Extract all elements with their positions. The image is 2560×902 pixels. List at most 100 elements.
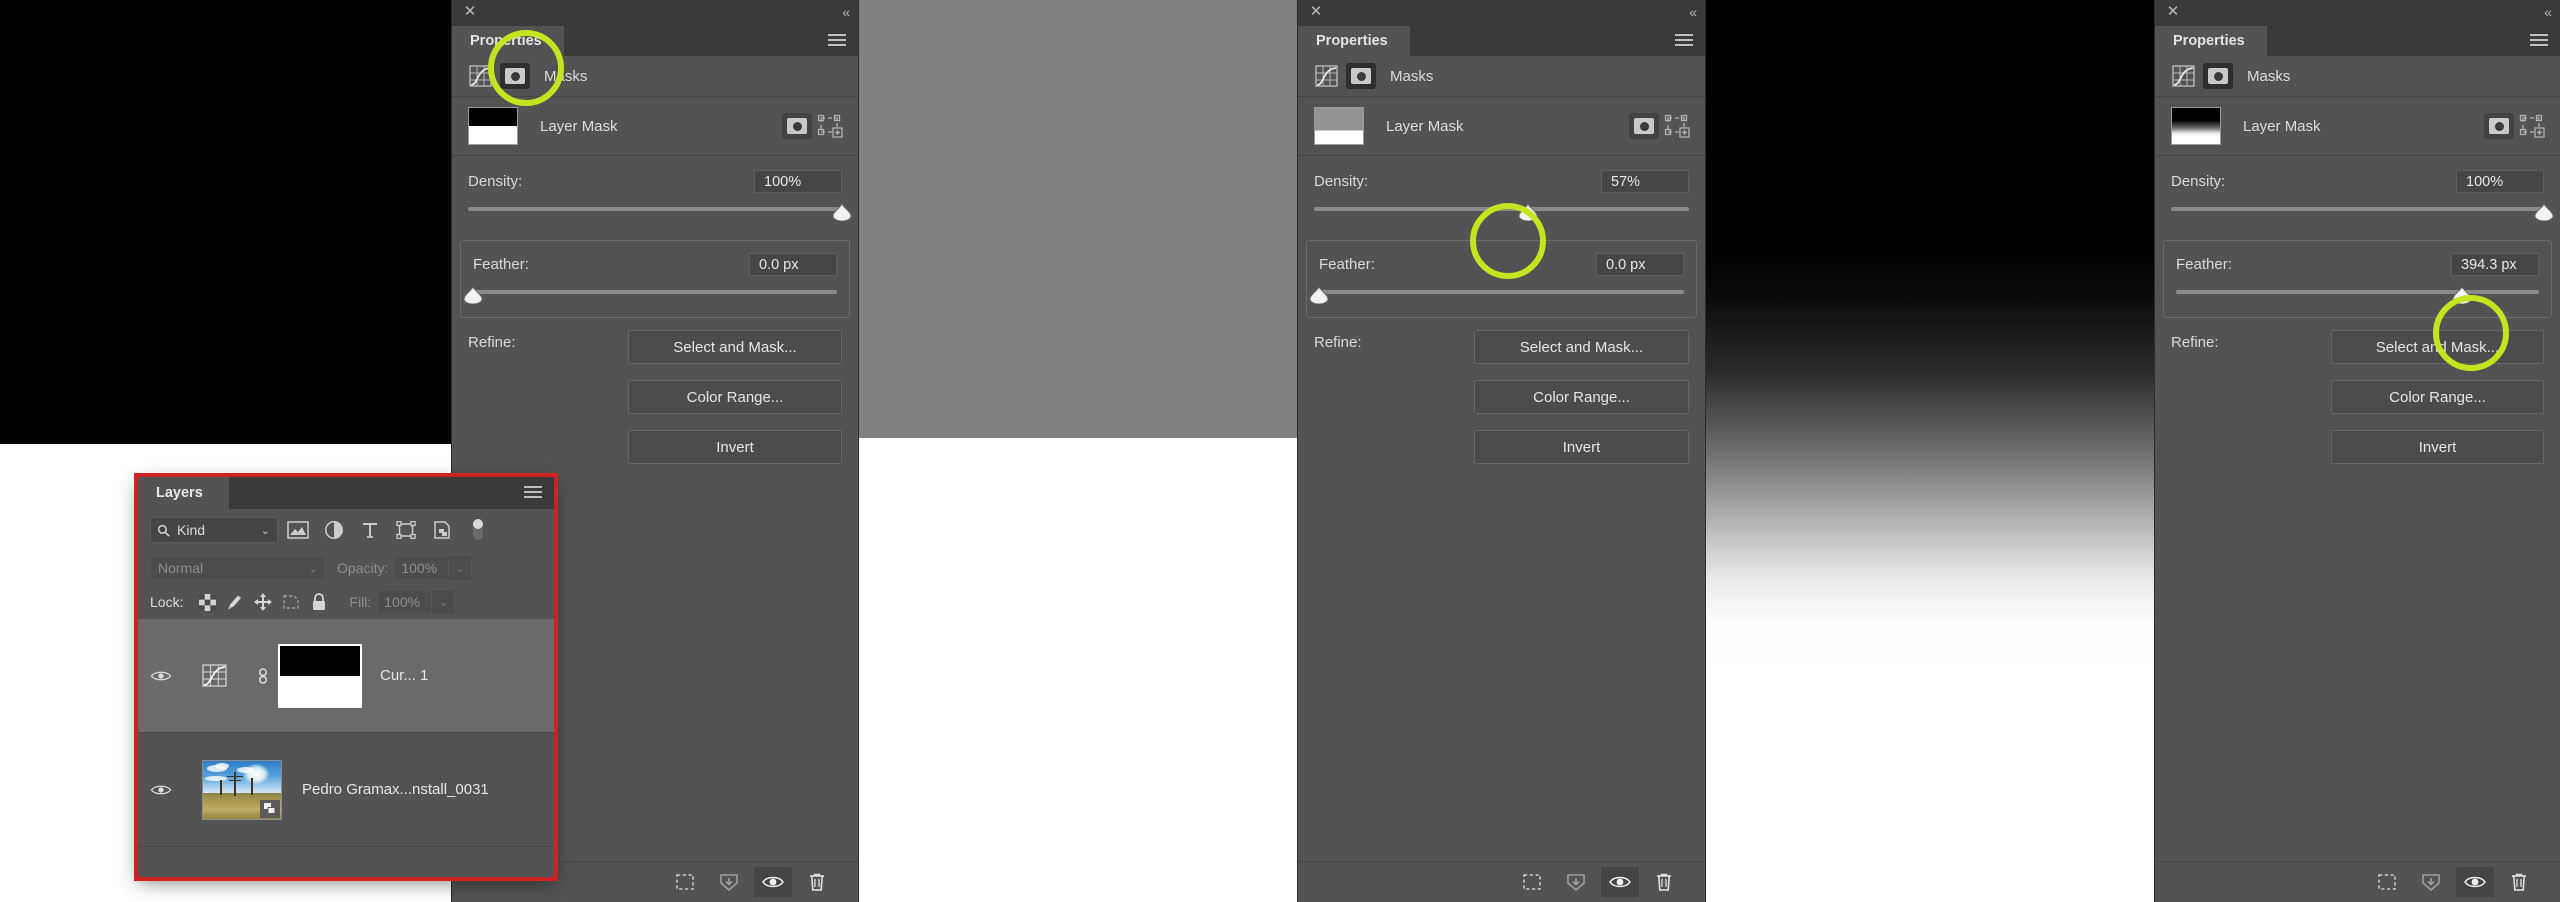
curves-layer-icon[interactable] bbox=[184, 663, 246, 688]
layer-visibility-toggle[interactable] bbox=[138, 669, 184, 683]
close-icon[interactable]: ✕ bbox=[1309, 4, 1323, 19]
close-icon[interactable]: ✕ bbox=[463, 4, 477, 19]
color-range-button[interactable]: Color Range... bbox=[2331, 380, 2544, 414]
chevron-down-icon[interactable]: ⌄ bbox=[309, 562, 318, 575]
add-vector-mask-icon[interactable] bbox=[2518, 113, 2546, 139]
density-slider[interactable] bbox=[1314, 204, 1689, 226]
selection-icon[interactable] bbox=[666, 867, 704, 897]
feather-slider-thumb[interactable] bbox=[463, 287, 483, 304]
delete-mask-icon[interactable] bbox=[2500, 867, 2538, 897]
density-slider-thumb[interactable] bbox=[1518, 204, 1538, 221]
feather-value-field[interactable]: 0.0 px bbox=[1596, 253, 1684, 276]
apply-mask-icon[interactable] bbox=[710, 867, 748, 897]
panel-menu-icon[interactable] bbox=[1675, 34, 1693, 48]
density-slider[interactable] bbox=[468, 204, 852, 226]
tab-properties[interactable]: Properties bbox=[1298, 26, 1410, 56]
panel-menu-icon[interactable] bbox=[2530, 34, 2548, 48]
lock-artboard-nesting-icon[interactable] bbox=[277, 590, 305, 614]
invert-button[interactable]: Invert bbox=[628, 430, 842, 464]
feather-slider[interactable] bbox=[1309, 287, 1684, 309]
density-control: Density: 100% bbox=[2155, 156, 2560, 236]
density-57-canvas[interactable] bbox=[858, 0, 1298, 902]
density-slider-thumb[interactable] bbox=[832, 204, 852, 221]
lock-position-icon[interactable] bbox=[249, 590, 277, 614]
invert-button[interactable]: Invert bbox=[1474, 430, 1689, 464]
smart-object-filter-icon[interactable] bbox=[426, 517, 458, 543]
lock-image-pixels-icon[interactable] bbox=[221, 590, 249, 614]
pixel-layer-filter-icon[interactable] bbox=[282, 517, 314, 543]
toggle-mask-visibility-icon[interactable] bbox=[2456, 867, 2494, 897]
tab-layers[interactable]: Layers bbox=[138, 477, 229, 509]
tab-properties[interactable]: Properties bbox=[2155, 26, 2267, 56]
fill-stepper[interactable]: ⌄ bbox=[432, 589, 456, 615]
masks-tab-icon[interactable] bbox=[500, 63, 530, 89]
layer-visibility-toggle[interactable] bbox=[138, 783, 184, 797]
color-range-button[interactable]: Color Range... bbox=[628, 380, 842, 414]
delete-mask-icon[interactable] bbox=[1645, 867, 1683, 897]
adjustment-layer-filter-icon[interactable] bbox=[318, 517, 350, 543]
opacity-stepper[interactable]: ⌄ bbox=[449, 555, 473, 581]
toggle-mask-visibility-icon[interactable] bbox=[1601, 867, 1639, 897]
collapse-panels-icon[interactable]: « bbox=[842, 4, 850, 20]
density-value-field[interactable]: 100% bbox=[754, 170, 842, 193]
layer-mask-link-icon[interactable] bbox=[246, 665, 280, 687]
feather-slider[interactable] bbox=[2176, 287, 2539, 309]
layer-mask-thumbnail[interactable] bbox=[2171, 107, 2221, 145]
density-slider[interactable] bbox=[2171, 204, 2554, 226]
invert-button[interactable]: Invert bbox=[2331, 430, 2544, 464]
panel-menu-icon[interactable] bbox=[828, 34, 846, 48]
layer-mask-thumbnail[interactable] bbox=[468, 107, 518, 145]
add-vector-mask-icon[interactable] bbox=[1663, 113, 1691, 139]
masks-tab-icon[interactable] bbox=[1346, 63, 1376, 89]
density-value-field[interactable]: 100% bbox=[2456, 170, 2544, 193]
close-icon[interactable]: ✕ bbox=[2166, 4, 2180, 19]
blend-mode-select[interactable]: Normal ⌄ bbox=[150, 556, 325, 580]
density-slider-thumb[interactable] bbox=[2534, 204, 2554, 221]
apply-mask-icon[interactable] bbox=[1557, 867, 1595, 897]
feather-value-field[interactable]: 394.3 px bbox=[2451, 253, 2539, 276]
toggle-mask-visibility-icon[interactable] bbox=[754, 867, 792, 897]
apply-mask-icon[interactable] bbox=[2412, 867, 2450, 897]
layer-mask-thumbnail[interactable] bbox=[280, 645, 360, 706]
layer-mask-thumbnail[interactable] bbox=[1314, 107, 1364, 145]
selection-icon[interactable] bbox=[1513, 867, 1551, 897]
filter-kind-select[interactable]: Kind ⌄ bbox=[150, 517, 278, 543]
masks-tab-icon[interactable] bbox=[2203, 63, 2233, 89]
lock-all-icon[interactable] bbox=[305, 590, 333, 614]
feather-slider[interactable] bbox=[463, 287, 837, 309]
select-and-mask-button[interactable]: Select and Mask... bbox=[2331, 330, 2544, 364]
feather-slider-thumb[interactable] bbox=[1309, 287, 1329, 304]
color-range-button[interactable]: Color Range... bbox=[1474, 380, 1689, 414]
panel-menu-icon[interactable] bbox=[524, 486, 542, 500]
opacity-field[interactable]: 100% bbox=[394, 556, 450, 580]
lock-transparent-pixels-icon[interactable] bbox=[193, 590, 221, 614]
table-row[interactable]: Pedro Gramax...nstall_0031 bbox=[138, 733, 554, 847]
density-value-field[interactable]: 57% bbox=[1601, 170, 1689, 193]
select-and-mask-button[interactable]: Select and Mask... bbox=[1474, 330, 1689, 364]
add-vector-mask-icon[interactable] bbox=[816, 113, 844, 139]
selection-icon[interactable] bbox=[2368, 867, 2406, 897]
curves-properties-icon[interactable] bbox=[2171, 64, 2197, 88]
fill-field[interactable]: 100% bbox=[377, 590, 433, 614]
delete-mask-icon[interactable] bbox=[798, 867, 836, 897]
type-layer-filter-icon[interactable] bbox=[354, 517, 386, 543]
curves-properties-icon[interactable] bbox=[1314, 64, 1340, 88]
add-pixel-mask-icon[interactable] bbox=[2484, 113, 2514, 139]
collapse-panels-icon[interactable]: « bbox=[2544, 4, 2552, 20]
layer-thumbnail[interactable] bbox=[202, 759, 282, 820]
filter-toggle-switch[interactable] bbox=[462, 517, 494, 543]
table-row[interactable]: Cur... 1 bbox=[138, 619, 554, 733]
chevron-down-icon[interactable]: ⌄ bbox=[261, 524, 270, 537]
add-pixel-mask-icon[interactable] bbox=[782, 113, 812, 139]
collapse-panels-icon[interactable]: « bbox=[1689, 4, 1697, 20]
feather-slider-thumb[interactable] bbox=[2452, 287, 2472, 304]
add-pixel-mask-icon[interactable] bbox=[1629, 113, 1659, 139]
feather-value-field[interactable]: 0.0 px bbox=[749, 253, 837, 276]
shape-layer-filter-icon[interactable] bbox=[390, 517, 422, 543]
select-and-mask-button[interactable]: Select and Mask... bbox=[628, 330, 842, 364]
canvas-gray-region bbox=[858, 0, 1298, 438]
density-label: Density: bbox=[468, 173, 523, 190]
tab-properties[interactable]: Properties bbox=[452, 26, 564, 56]
feathered-mask-canvas[interactable] bbox=[1705, 0, 2155, 902]
curves-properties-icon[interactable] bbox=[468, 64, 494, 88]
